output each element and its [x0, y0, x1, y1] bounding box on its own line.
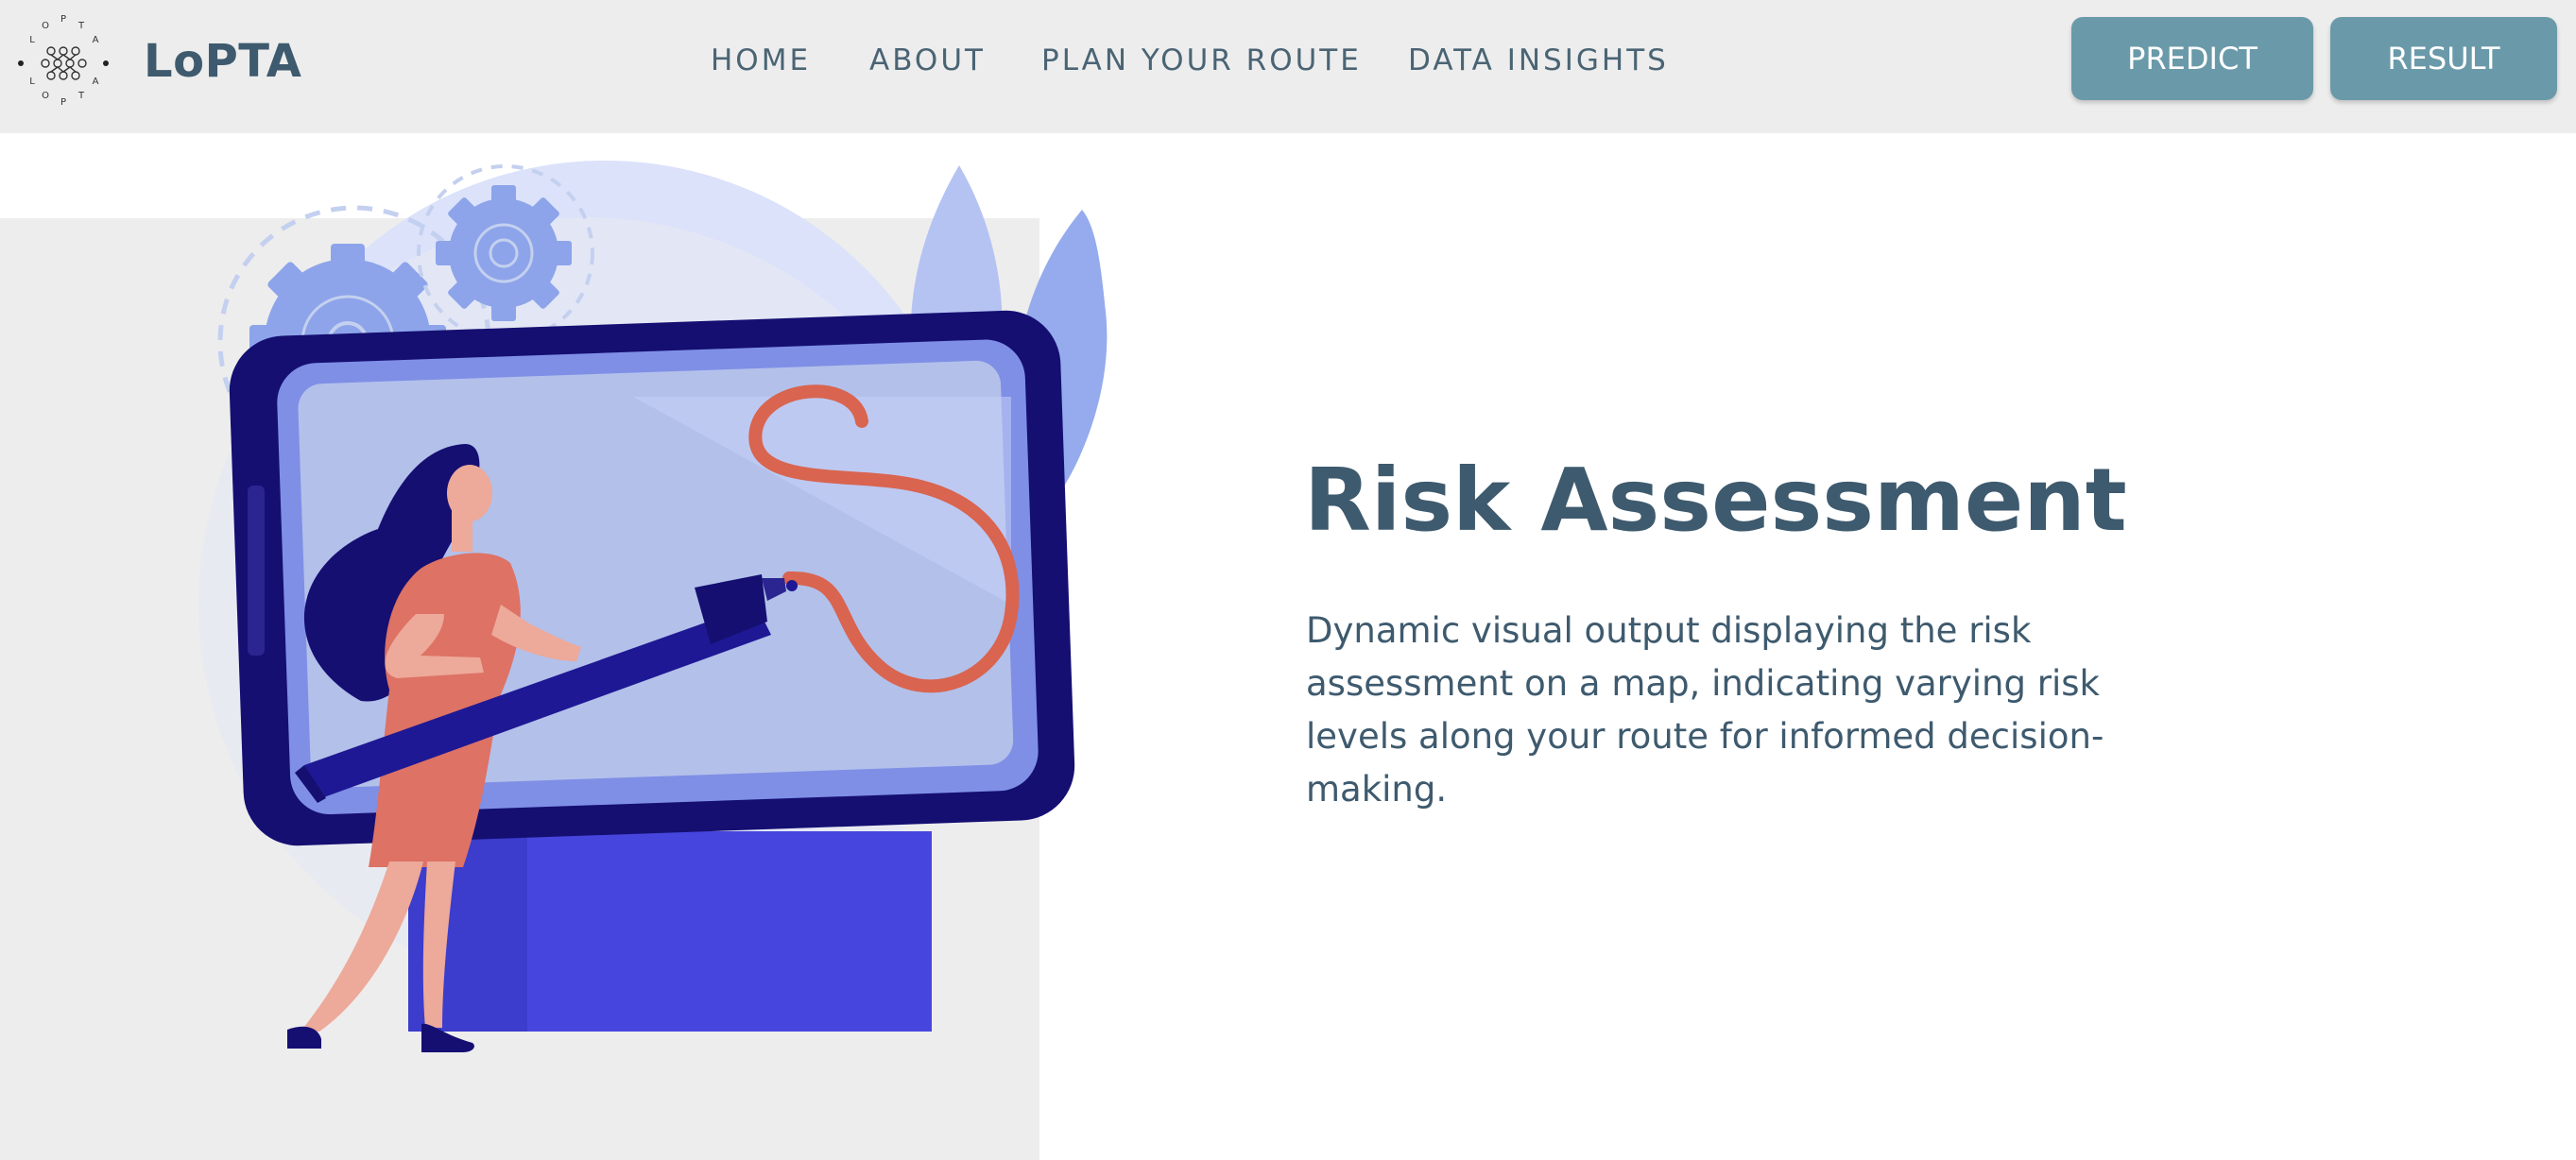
- woman-drawing-route-on-screen-illustration-icon: [198, 161, 1108, 1052]
- circular-network-logo-icon[interactable]: P T A A T P O L L O: [13, 11, 113, 111]
- nav-link-data-insights[interactable]: DATA INSIGHTS: [1408, 34, 1669, 87]
- nav-link-about[interactable]: ABOUT: [869, 34, 986, 87]
- svg-text:A: A: [93, 77, 99, 87]
- svg-text:A: A: [93, 35, 99, 45]
- svg-text:P: P: [60, 97, 66, 108]
- brand-name[interactable]: LoPTA: [144, 28, 301, 94]
- nav-link-home[interactable]: HOME: [711, 34, 811, 87]
- top-navbar: P T A A T P O L L O LoPTA HOME ABOUT PLA…: [0, 0, 2576, 133]
- svg-text:T: T: [77, 21, 85, 31]
- hero-title: Risk Assessment: [1304, 450, 2127, 551]
- predict-button[interactable]: PREDICT: [2071, 17, 2313, 100]
- svg-text:L: L: [29, 35, 35, 45]
- svg-text:O: O: [42, 21, 49, 31]
- hero-description: Dynamic visual output displaying the ris…: [1306, 610, 2104, 810]
- svg-text:P: P: [60, 14, 66, 25]
- svg-text:O: O: [42, 91, 49, 101]
- result-button[interactable]: RESULT: [2330, 17, 2557, 100]
- svg-text:T: T: [77, 91, 85, 101]
- nav-link-plan-your-route[interactable]: PLAN YOUR ROUTE: [1041, 34, 1362, 87]
- svg-text:L: L: [29, 77, 35, 87]
